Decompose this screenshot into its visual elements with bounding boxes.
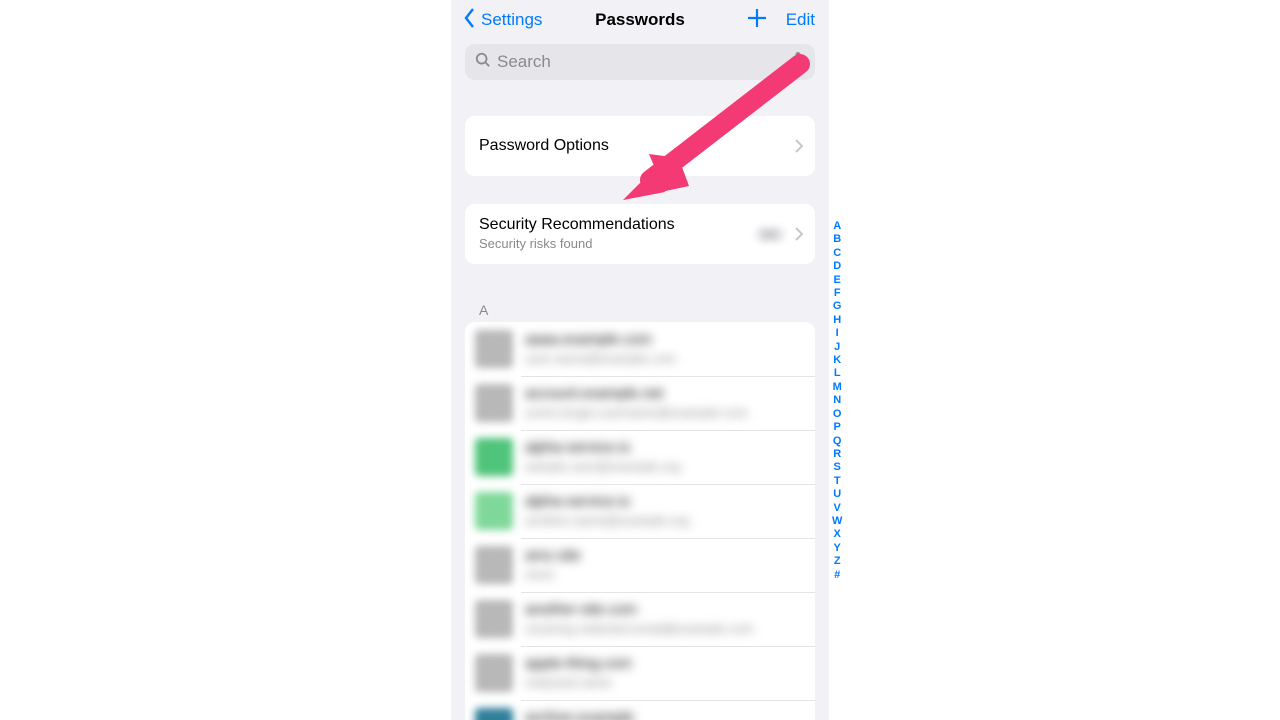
password-row[interactable]: apple-thing.com redacted.name <box>465 646 815 700</box>
password-row-site: aaaa.example.com <box>525 331 676 349</box>
index-letter[interactable]: Z <box>834 555 841 568</box>
password-row-text: amz.site short <box>525 547 581 584</box>
password-row-text: apple-thing.com redacted.name <box>525 655 632 692</box>
index-letter[interactable]: D <box>833 260 841 273</box>
cell-password-options[interactable]: Password Options <box>465 116 815 176</box>
cell-security-trailing: 00 <box>755 226 803 243</box>
site-favicon <box>475 492 513 530</box>
stage: Settings Passwords Edit <box>0 0 1280 720</box>
index-letter[interactable]: Y <box>834 542 841 555</box>
password-row-text: alpha-service.io sample.user@example.org <box>525 439 681 476</box>
index-letter[interactable]: C <box>833 247 841 260</box>
index-letter[interactable]: G <box>833 300 842 313</box>
search-wrap <box>451 40 829 80</box>
password-list: aaaa.example.com user.name@example.com acc… <box>465 322 815 720</box>
password-row[interactable]: archive.exampleredacted.longer.username@… <box>465 700 815 720</box>
edit-button[interactable]: Edit <box>786 10 815 30</box>
cell-security-recommendations[interactable]: Security Recommendations Security risks … <box>465 204 815 264</box>
password-row-user: some.longer.username@example.com <box>525 405 748 422</box>
index-bar[interactable]: ABCDEFGHIJKLMNOPQRSTUVWXYZ# <box>832 220 842 582</box>
index-letter[interactable]: X <box>834 528 841 541</box>
cell-password-options-label: Password Options <box>479 136 609 155</box>
password-row-user: user.name@example.com <box>525 351 676 368</box>
back-label: Settings <box>481 10 542 30</box>
password-row-user: redacted.name <box>525 675 632 692</box>
cell-security-subtitle: Security risks found <box>479 236 675 253</box>
site-favicon <box>475 330 513 368</box>
password-row-text: alpha-service.io another.name@example.org <box>525 493 689 530</box>
search-field[interactable] <box>465 44 815 80</box>
password-row-site: archive.example <box>525 709 767 720</box>
index-letter[interactable]: I <box>836 327 839 340</box>
password-row-user: short <box>525 567 581 584</box>
back-button[interactable]: Settings <box>451 7 542 34</box>
password-row-site: alpha-service.io <box>525 439 681 457</box>
password-row-site: account.example.net <box>525 385 748 403</box>
index-letter[interactable]: V <box>834 502 841 515</box>
password-row[interactable]: aaaa.example.com user.name@example.com <box>465 322 815 376</box>
index-letter[interactable]: R <box>833 448 841 461</box>
section-header-a: A <box>479 302 801 318</box>
index-letter[interactable]: N <box>833 394 841 407</box>
password-row-user: another.name@example.org <box>525 513 689 530</box>
index-letter[interactable]: # <box>834 569 840 582</box>
security-count-badge: 00 <box>755 226 785 243</box>
index-letter[interactable]: J <box>834 341 840 354</box>
password-row[interactable]: alpha-service.io sample.user@example.org <box>465 430 815 484</box>
password-row-site: alpha-service.io <box>525 493 689 511</box>
password-row[interactable]: account.example.net some.longer.username@… <box>465 376 815 430</box>
microphone-icon[interactable] <box>791 51 805 74</box>
password-row-text: another-site.com verylong.redacted.email@… <box>525 601 754 638</box>
add-button[interactable] <box>746 7 768 34</box>
index-letter[interactable]: H <box>833 314 841 327</box>
password-row-text: aaaa.example.com user.name@example.com <box>525 331 676 368</box>
password-row[interactable]: another-site.com verylong.redacted.email@… <box>465 592 815 646</box>
password-row-user: verylong.redacted.email@example.com <box>525 621 754 638</box>
index-letter[interactable]: O <box>833 408 842 421</box>
site-favicon <box>475 654 513 692</box>
index-letter[interactable]: S <box>834 461 841 474</box>
index-letter[interactable]: U <box>833 488 841 501</box>
search-input[interactable] <box>491 52 791 72</box>
cell-security-title: Security Recommendations <box>479 215 675 234</box>
password-row-text: account.example.net some.longer.username@… <box>525 385 748 422</box>
index-letter[interactable]: L <box>834 367 841 380</box>
index-letter[interactable]: T <box>834 475 841 488</box>
chevron-right-icon <box>795 139 803 153</box>
site-favicon <box>475 438 513 476</box>
index-letter[interactable]: K <box>833 354 841 367</box>
password-row-text: archive.exampleredacted.longer.username@… <box>525 709 767 720</box>
plus-icon <box>746 16 768 33</box>
index-letter[interactable]: M <box>833 381 842 394</box>
device-frame: Settings Passwords Edit <box>451 0 829 720</box>
nav-right: Edit <box>746 7 829 34</box>
password-row[interactable]: alpha-service.io another.name@example.org <box>465 484 815 538</box>
group-password-options: Password Options <box>465 116 815 176</box>
password-row-site: amz.site <box>525 547 581 565</box>
index-letter[interactable]: F <box>834 287 841 300</box>
group-security-recs: Security Recommendations Security risks … <box>465 204 815 264</box>
index-letter[interactable]: E <box>834 274 841 287</box>
site-favicon <box>475 546 513 584</box>
site-favicon <box>475 708 513 720</box>
site-favicon <box>475 384 513 422</box>
index-letter[interactable]: Q <box>833 435 842 448</box>
search-icon <box>475 52 491 73</box>
password-row[interactable]: amz.site short <box>465 538 815 592</box>
index-letter[interactable]: W <box>832 515 842 528</box>
chevron-left-icon <box>463 7 477 34</box>
password-row-site: apple-thing.com <box>525 655 632 673</box>
cell-security-text: Security Recommendations Security risks … <box>479 215 675 253</box>
password-row-site: another-site.com <box>525 601 754 619</box>
site-favicon <box>475 600 513 638</box>
nav-bar: Settings Passwords Edit <box>451 0 829 40</box>
index-letter[interactable]: B <box>833 233 841 246</box>
index-letter[interactable]: P <box>834 421 841 434</box>
index-letter[interactable]: A <box>833 220 841 233</box>
password-row-user: sample.user@example.org <box>525 459 681 476</box>
